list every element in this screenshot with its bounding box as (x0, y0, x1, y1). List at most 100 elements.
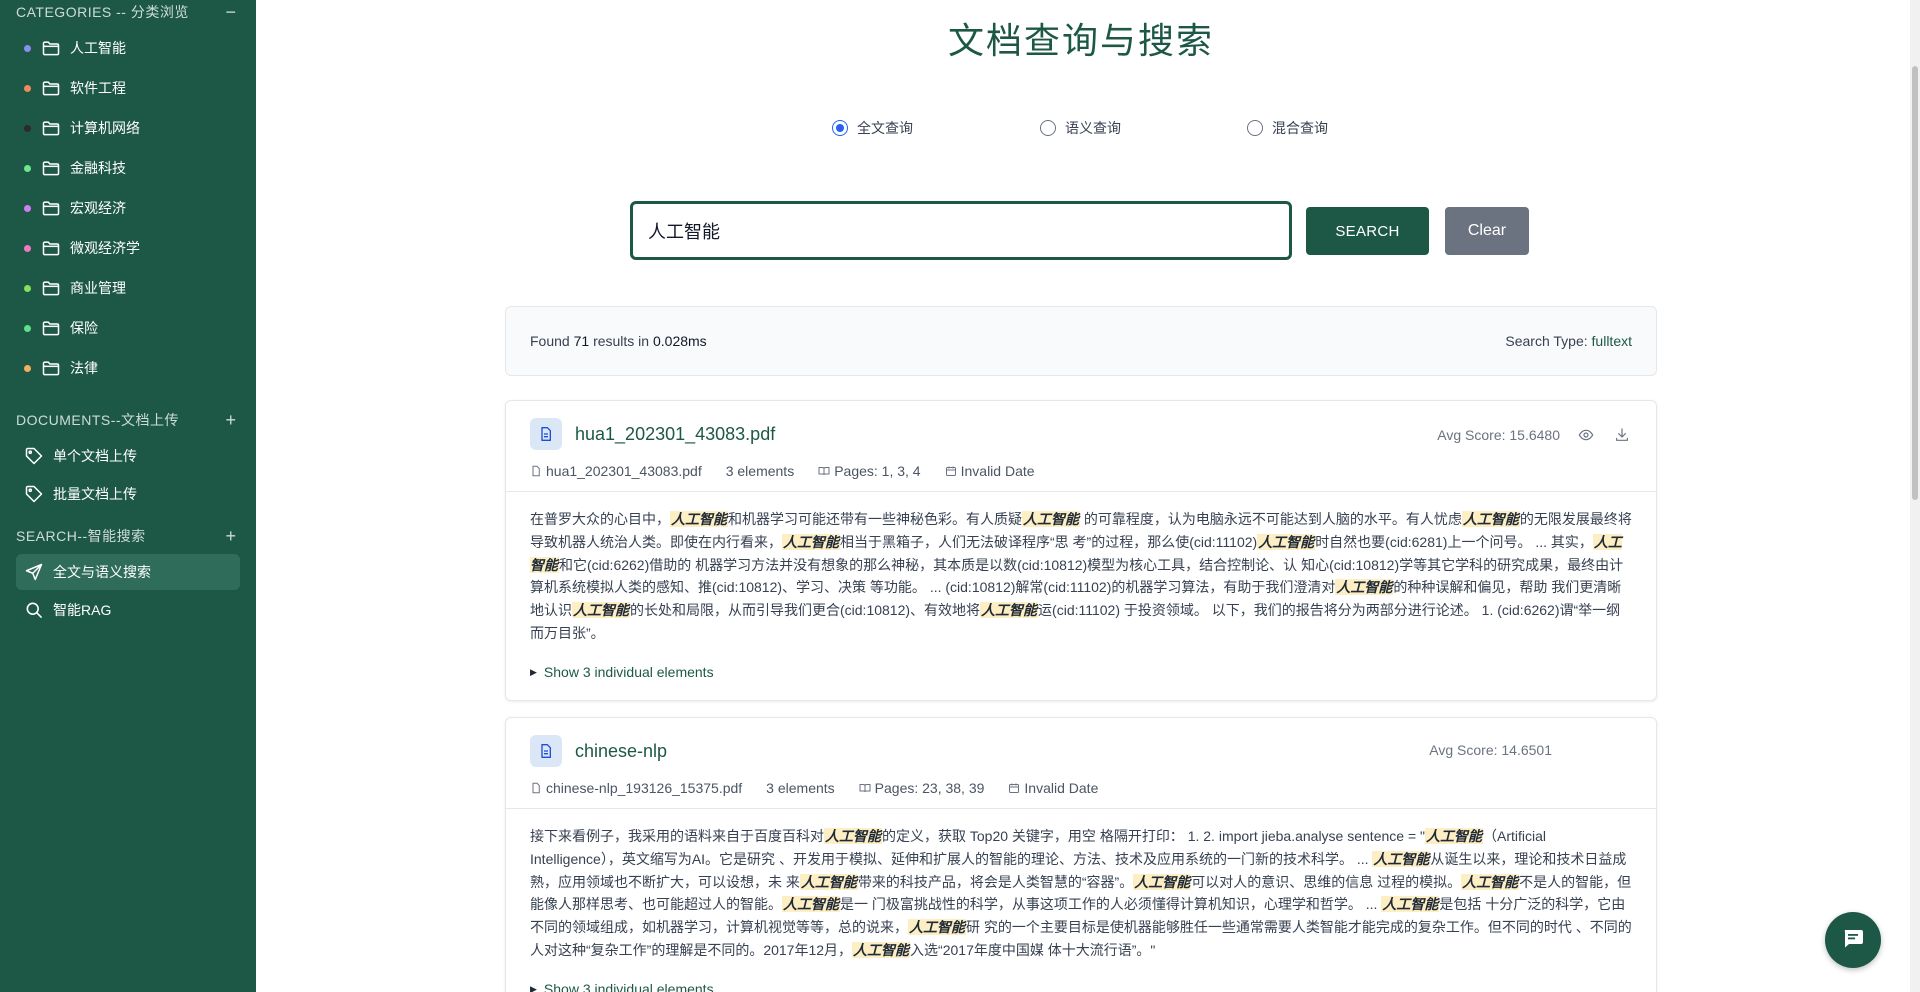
pages-text: Pages: 23, 38, 39 (874, 780, 985, 796)
folder-icon (41, 358, 61, 378)
category-item-business[interactable]: 商业管理 (0, 268, 256, 308)
result-body: 接下来看例子，我采用的语料来自于百度百科对人工智能的定义，获取 Top20 关键… (506, 809, 1656, 992)
results-count: 71 (573, 333, 590, 349)
folder-icon (41, 198, 61, 218)
clear-button[interactable]: Clear (1445, 207, 1529, 255)
keyword-highlight: 人工智能 (572, 602, 630, 619)
category-item-ai[interactable]: 人工智能 (0, 28, 256, 68)
page-scrollbar[interactable] (1910, 0, 1920, 992)
result-title[interactable]: chinese-nlp (575, 741, 667, 762)
keyword-highlight: 人工智能 (824, 828, 882, 844)
snippet-text: 和机器学习可能还带有一些神秘色彩。有人质疑 (728, 511, 1022, 527)
result-title[interactable]: hua1_202301_43083.pdf (575, 424, 775, 445)
result-header: hua1_202301_43083.pdf Avg Score: 15.6480… (506, 401, 1656, 492)
nav-item-rag[interactable]: 智能RAG (16, 592, 240, 628)
results-summary: Found 71 results in 0.028ms Search Type:… (505, 306, 1657, 376)
category-label: 人工智能 (70, 40, 126, 56)
category-item-insurance[interactable]: 保险 (0, 308, 256, 348)
category-item-software[interactable]: 软件工程 (0, 68, 256, 108)
date-text: Invalid Date (960, 463, 1035, 479)
tag-icon (24, 484, 44, 504)
download-icon[interactable] (1612, 425, 1632, 445)
snippet-text: 带来的科技产品，将会是人类智慧的“容器”。 (857, 873, 1134, 890)
radio-indicator (1040, 120, 1056, 136)
meta-pages: Pages: 1, 3, 4 (818, 463, 921, 479)
category-list: 人工智能 软件工程 计算机网络 金融科技 宏观经济 微观经济学 商业管理 保险 … (0, 28, 256, 388)
search-button[interactable]: SEARCH (1306, 207, 1429, 255)
radio-indicator (1247, 120, 1263, 136)
scrollbar-thumb[interactable] (1912, 66, 1918, 500)
results-count-text: Found 71 results in 0.028ms (530, 333, 707, 349)
document-icon (530, 418, 562, 450)
nav-item-single-upload[interactable]: 单个文档上传 (16, 438, 240, 474)
caret-right-icon: ▶ (530, 983, 537, 992)
show-elements-toggle[interactable]: ▶ Show 3 individual elements (530, 978, 1632, 992)
category-item-micro[interactable]: 微观经济学 (0, 228, 256, 268)
folder-icon (41, 78, 61, 98)
category-item-law[interactable]: 法律 (0, 348, 256, 388)
keyword-highlight: 人工智能 (908, 919, 966, 936)
nav-label: 单个文档上传 (53, 448, 137, 464)
send-icon (24, 562, 44, 582)
snippet-text: 相当于黑箱子，人们无法破译程序“思 考”的过程，那么使(cid:11102) (840, 533, 1258, 550)
search-header-label: SEARCH--智能搜索 (16, 528, 146, 544)
eye-icon[interactable] (1576, 425, 1596, 445)
meta-date: Invalid Date (945, 463, 1035, 479)
show-elements-label: Show 3 individual elements (543, 980, 714, 992)
mode-radio-semantic[interactable]: 语义查询 (1040, 118, 1121, 138)
search-type-value: fulltext (1591, 333, 1632, 349)
category-label: 计算机网络 (70, 120, 140, 136)
category-label: 保险 (70, 320, 98, 336)
snippet-text: 的定义，获取 Top20 关键字，用空 格隔开打印： 1. 2. import … (882, 828, 1425, 844)
sidebar: CATEGORIES -- 分类浏览 − 人工智能 软件工程 计算机网络 金融科… (0, 0, 256, 992)
category-color-dot (24, 84, 31, 92)
show-elements-toggle[interactable]: ▶ Show 3 individual elements (530, 661, 1632, 684)
category-item-fintech[interactable]: 金融科技 (0, 148, 256, 188)
radio-indicator (832, 120, 848, 136)
category-item-network[interactable]: 计算机网络 (0, 108, 256, 148)
snippet-text: 的可靠程度，认为电脑永远不可能达到人脑的水平。有人忧虑 (1080, 511, 1462, 527)
date-text: Invalid Date (1024, 780, 1099, 796)
categories-header: CATEGORIES -- 分类浏览 − (0, 0, 256, 24)
keyword-highlight: 人工智能 (1461, 873, 1520, 890)
search-type-label: Search Type: (1505, 333, 1588, 349)
add-search-button[interactable]: + (222, 527, 240, 545)
documents-header-label: DOCUMENTS--文档上传 (16, 412, 180, 428)
result-card: hua1_202301_43083.pdf Avg Score: 15.6480… (505, 400, 1657, 701)
meta-date: Invalid Date (1008, 780, 1098, 796)
result-meta: hua1_202301_43083.pdf 3 elements Pages: … (530, 463, 1632, 479)
documents-header: DOCUMENTS--文档上传 + (0, 408, 256, 432)
search-header: SEARCH--智能搜索 + (0, 524, 256, 548)
chat-button[interactable] (1825, 912, 1881, 968)
nav-item-fulltext-semantic-search[interactable]: 全文与语义搜索 (16, 554, 240, 590)
mode-radio-hybrid[interactable]: 混合查询 (1247, 118, 1328, 138)
folder-icon (41, 318, 61, 338)
collapse-categories-button[interactable]: − (222, 3, 240, 21)
meta-filename: hua1_202301_43083.pdf (530, 463, 702, 479)
category-color-dot (24, 124, 31, 132)
snippet-text: 可以对人的意识、思维的信息 过程的模拟。 (1191, 873, 1462, 890)
keyword-highlight: 人工智能 (1424, 828, 1483, 844)
category-item-macro[interactable]: 宏观经济 (0, 188, 256, 228)
result-actions: Avg Score: 15.6480 (1437, 425, 1632, 445)
keyword-highlight: 人工智能 (1372, 850, 1431, 867)
keyword-highlight: 人工智能 (670, 511, 728, 527)
avg-score: Avg Score: 14.6501 (1429, 742, 1552, 758)
search-input[interactable] (630, 201, 1292, 260)
folder-icon (41, 238, 61, 258)
result-body: 在普罗大众的心目中，人工智能和机器学习可能还带有一些神秘色彩。有人质疑人工智能 … (506, 492, 1656, 684)
mode-radio-fulltext[interactable]: 全文查询 (832, 118, 913, 138)
add-document-button[interactable]: + (222, 411, 240, 429)
filename-text: hua1_202301_43083.pdf (546, 463, 702, 479)
folder-icon (41, 158, 61, 178)
category-label: 软件工程 (70, 80, 126, 96)
keyword-highlight: 人工智能 (1022, 511, 1080, 527)
documents-nav: 单个文档上传 批量文档上传 (0, 438, 256, 512)
search-type-text: Search Type: fulltext (1505, 333, 1632, 349)
category-color-dot (24, 324, 31, 332)
category-label: 宏观经济 (70, 200, 126, 216)
nav-item-batch-upload[interactable]: 批量文档上传 (16, 476, 240, 512)
snippet-text: 接下来看例子，我采用的语料来自于百度百科对 (530, 828, 824, 844)
category-color-dot (24, 284, 31, 292)
main-content: 文档查询与搜索 全文查询 语义查询 混合查询 SEARCH Clear Foun… (256, 0, 1910, 992)
